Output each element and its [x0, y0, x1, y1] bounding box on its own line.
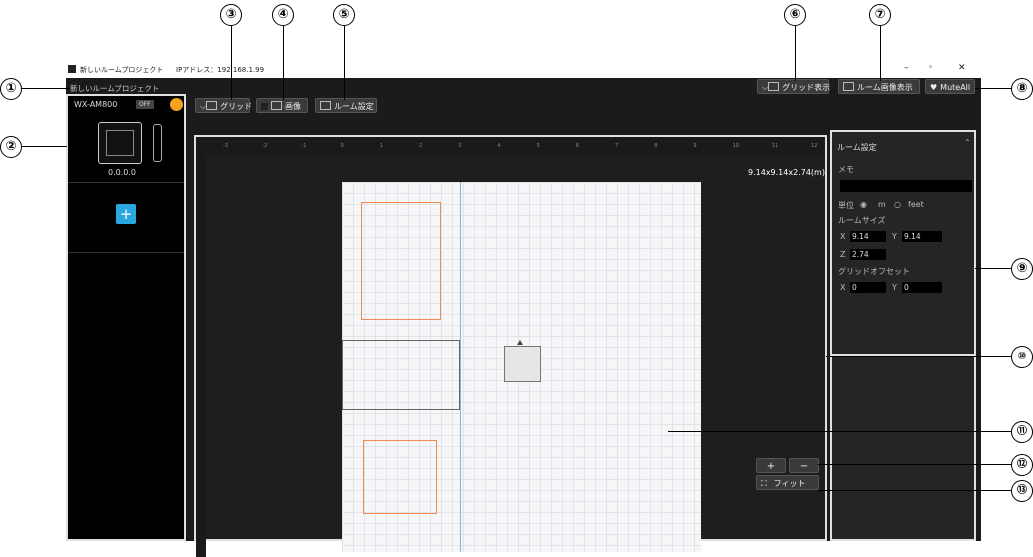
app-icon: [68, 65, 76, 73]
minimize-icon[interactable]: –: [904, 63, 909, 73]
callout-4: ④: [272, 4, 294, 26]
room-image-display-button[interactable]: ルーム画像表示: [838, 79, 920, 94]
room-settings-button[interactable]: ルーム設定: [315, 98, 377, 113]
settings-icon[interactable]: [170, 98, 183, 111]
status-badge: OFF: [136, 100, 154, 109]
mute-icon: ♥: [930, 83, 938, 92]
callout-2: ②: [0, 136, 22, 158]
grid-icon: [206, 101, 218, 110]
ip-address: IPアドレス：192.168.1.99: [176, 66, 265, 74]
ruler-tick: 2: [419, 143, 423, 149]
grid-button[interactable]: ⌵ グリッド: [195, 98, 252, 113]
ruler-tick: 8: [654, 143, 658, 149]
room-settings-icon: [320, 101, 331, 110]
callout-5: ⑤: [333, 4, 355, 26]
callout-11: ⑪: [1011, 421, 1033, 443]
callout-1: ①: [0, 78, 22, 100]
unit-radio-feet[interactable]: ○: [894, 200, 901, 209]
callout-6: ⑥: [784, 4, 806, 26]
room-floor[interactable]: [342, 182, 701, 552]
horizontal-ruler: -3 -2 -1 0 1 2 3 4 5 6 7 8 9 10 11 12: [196, 137, 825, 155]
fit-button[interactable]: ⛶ フィット: [756, 475, 819, 490]
image-button[interactable]: 画像: [256, 98, 308, 113]
offset-x-input[interactable]: 0: [850, 282, 886, 293]
zoom-out-button[interactable]: −: [789, 458, 819, 473]
x-label: X: [840, 232, 846, 241]
ruler-tick: 12: [811, 143, 818, 149]
mute-all-button[interactable]: ♥ MuteAll: [925, 79, 975, 94]
room-zone-orange[interactable]: [363, 440, 437, 514]
window-title: 新しいルームプロジェクト: [80, 66, 164, 74]
callout-7: ⑦: [869, 4, 891, 26]
ruler-tick: 6: [575, 143, 579, 149]
add-device-button[interactable]: +: [116, 204, 136, 224]
title-bar: 新しいルームプロジェクト IPアドレス：192.168.1.99 – ◦ ✕: [66, 62, 981, 78]
arrow-up-icon: [517, 340, 523, 345]
ruler-tick: 0: [340, 143, 344, 149]
callout-9: ⑨: [1011, 258, 1033, 280]
divider: [68, 182, 184, 183]
room-zone-gray[interactable]: [342, 340, 460, 410]
panel-title: ルーム設定: [837, 143, 877, 152]
callout-3: ③: [220, 4, 242, 26]
grid-display-button[interactable]: ⌵ グリッド表示: [757, 79, 830, 94]
ruler-tick: -2: [262, 143, 268, 149]
image-icon: [271, 101, 282, 110]
device-placement[interactable]: [504, 346, 541, 382]
callout-13: ⑬: [1011, 480, 1033, 502]
room-x-input[interactable]: 9.14: [850, 231, 886, 242]
ruler-tick: -1: [301, 143, 307, 149]
image-icon: [843, 82, 854, 91]
callout-8: ⑧: [1011, 78, 1033, 100]
ruler-tick: 10: [732, 143, 739, 149]
ruler-tick: 1: [379, 143, 383, 149]
checkbox-icon: [261, 103, 268, 110]
offset-y-label: Y: [892, 283, 897, 292]
project-name: 新しいルームプロジェクト: [70, 84, 160, 93]
grid-offset-heading: グリッドオフセット: [838, 267, 910, 276]
ruler-tick: 7: [615, 143, 619, 149]
callout-12: ⑫: [1011, 454, 1033, 476]
unit-feet-label: feet: [908, 200, 924, 209]
room-zone-orange[interactable]: [361, 202, 441, 320]
restore-icon[interactable]: ◦: [928, 63, 933, 73]
y-label: Y: [892, 232, 897, 241]
memo-field[interactable]: [840, 180, 972, 192]
fit-icon: ⛶: [761, 479, 767, 488]
memo-label: メモ: [838, 165, 854, 174]
ruler-tick: 3: [458, 143, 462, 149]
close-icon[interactable]: ✕: [958, 63, 966, 73]
room-size-heading: ルームサイズ: [838, 216, 886, 225]
unit-m-label: m: [878, 200, 886, 209]
device-ip: 0.0.0.0: [108, 168, 136, 177]
ruler-tick: 4: [497, 143, 501, 149]
zoom-in-button[interactable]: +: [756, 458, 786, 473]
collapse-icon[interactable]: ⌃: [964, 138, 971, 147]
device-inner-icon: [106, 130, 134, 156]
room-canvas[interactable]: -3 -2 -1 0 1 2 3 4 5 6 7 8 9 10 11 12 9.14x9.14x2.74(m)…: [194, 135, 827, 557]
ruler-tick: 5: [536, 143, 540, 149]
room-y-input[interactable]: 9.14: [902, 231, 942, 242]
unit-label: 単位: [838, 201, 854, 210]
offset-x-label: X: [840, 283, 846, 292]
z-label: Z: [840, 250, 846, 259]
room-z-input[interactable]: 2.74: [850, 249, 886, 260]
device-thumbnail[interactable]: [98, 122, 142, 164]
divider: [68, 252, 184, 253]
callout-10: ⑩: [1011, 346, 1033, 368]
room-divider-line: [460, 182, 461, 552]
device-model: WX-AM800: [74, 100, 118, 109]
ruler-tick: 9: [693, 143, 697, 149]
ruler-tick: 11: [771, 143, 779, 149]
device-sidebar: WX-AM800 OFF 0.0.0.0 +: [66, 94, 186, 541]
vertical-ruler: [196, 155, 206, 557]
room-size-label: 9.14x9.14x2.74(m): [748, 168, 825, 177]
offset-y-input[interactable]: 0: [902, 282, 942, 293]
ruler-tick: -3: [223, 143, 228, 149]
room-settings-panel: ルーム設定 ⌃ メモ 単位 ◉ m ○ feet ルームサイズ X 9.14 Y…: [830, 130, 976, 541]
microphone-icon: [153, 124, 162, 162]
unit-radio-m[interactable]: ◉: [860, 200, 867, 209]
grid-icon: [768, 82, 780, 91]
